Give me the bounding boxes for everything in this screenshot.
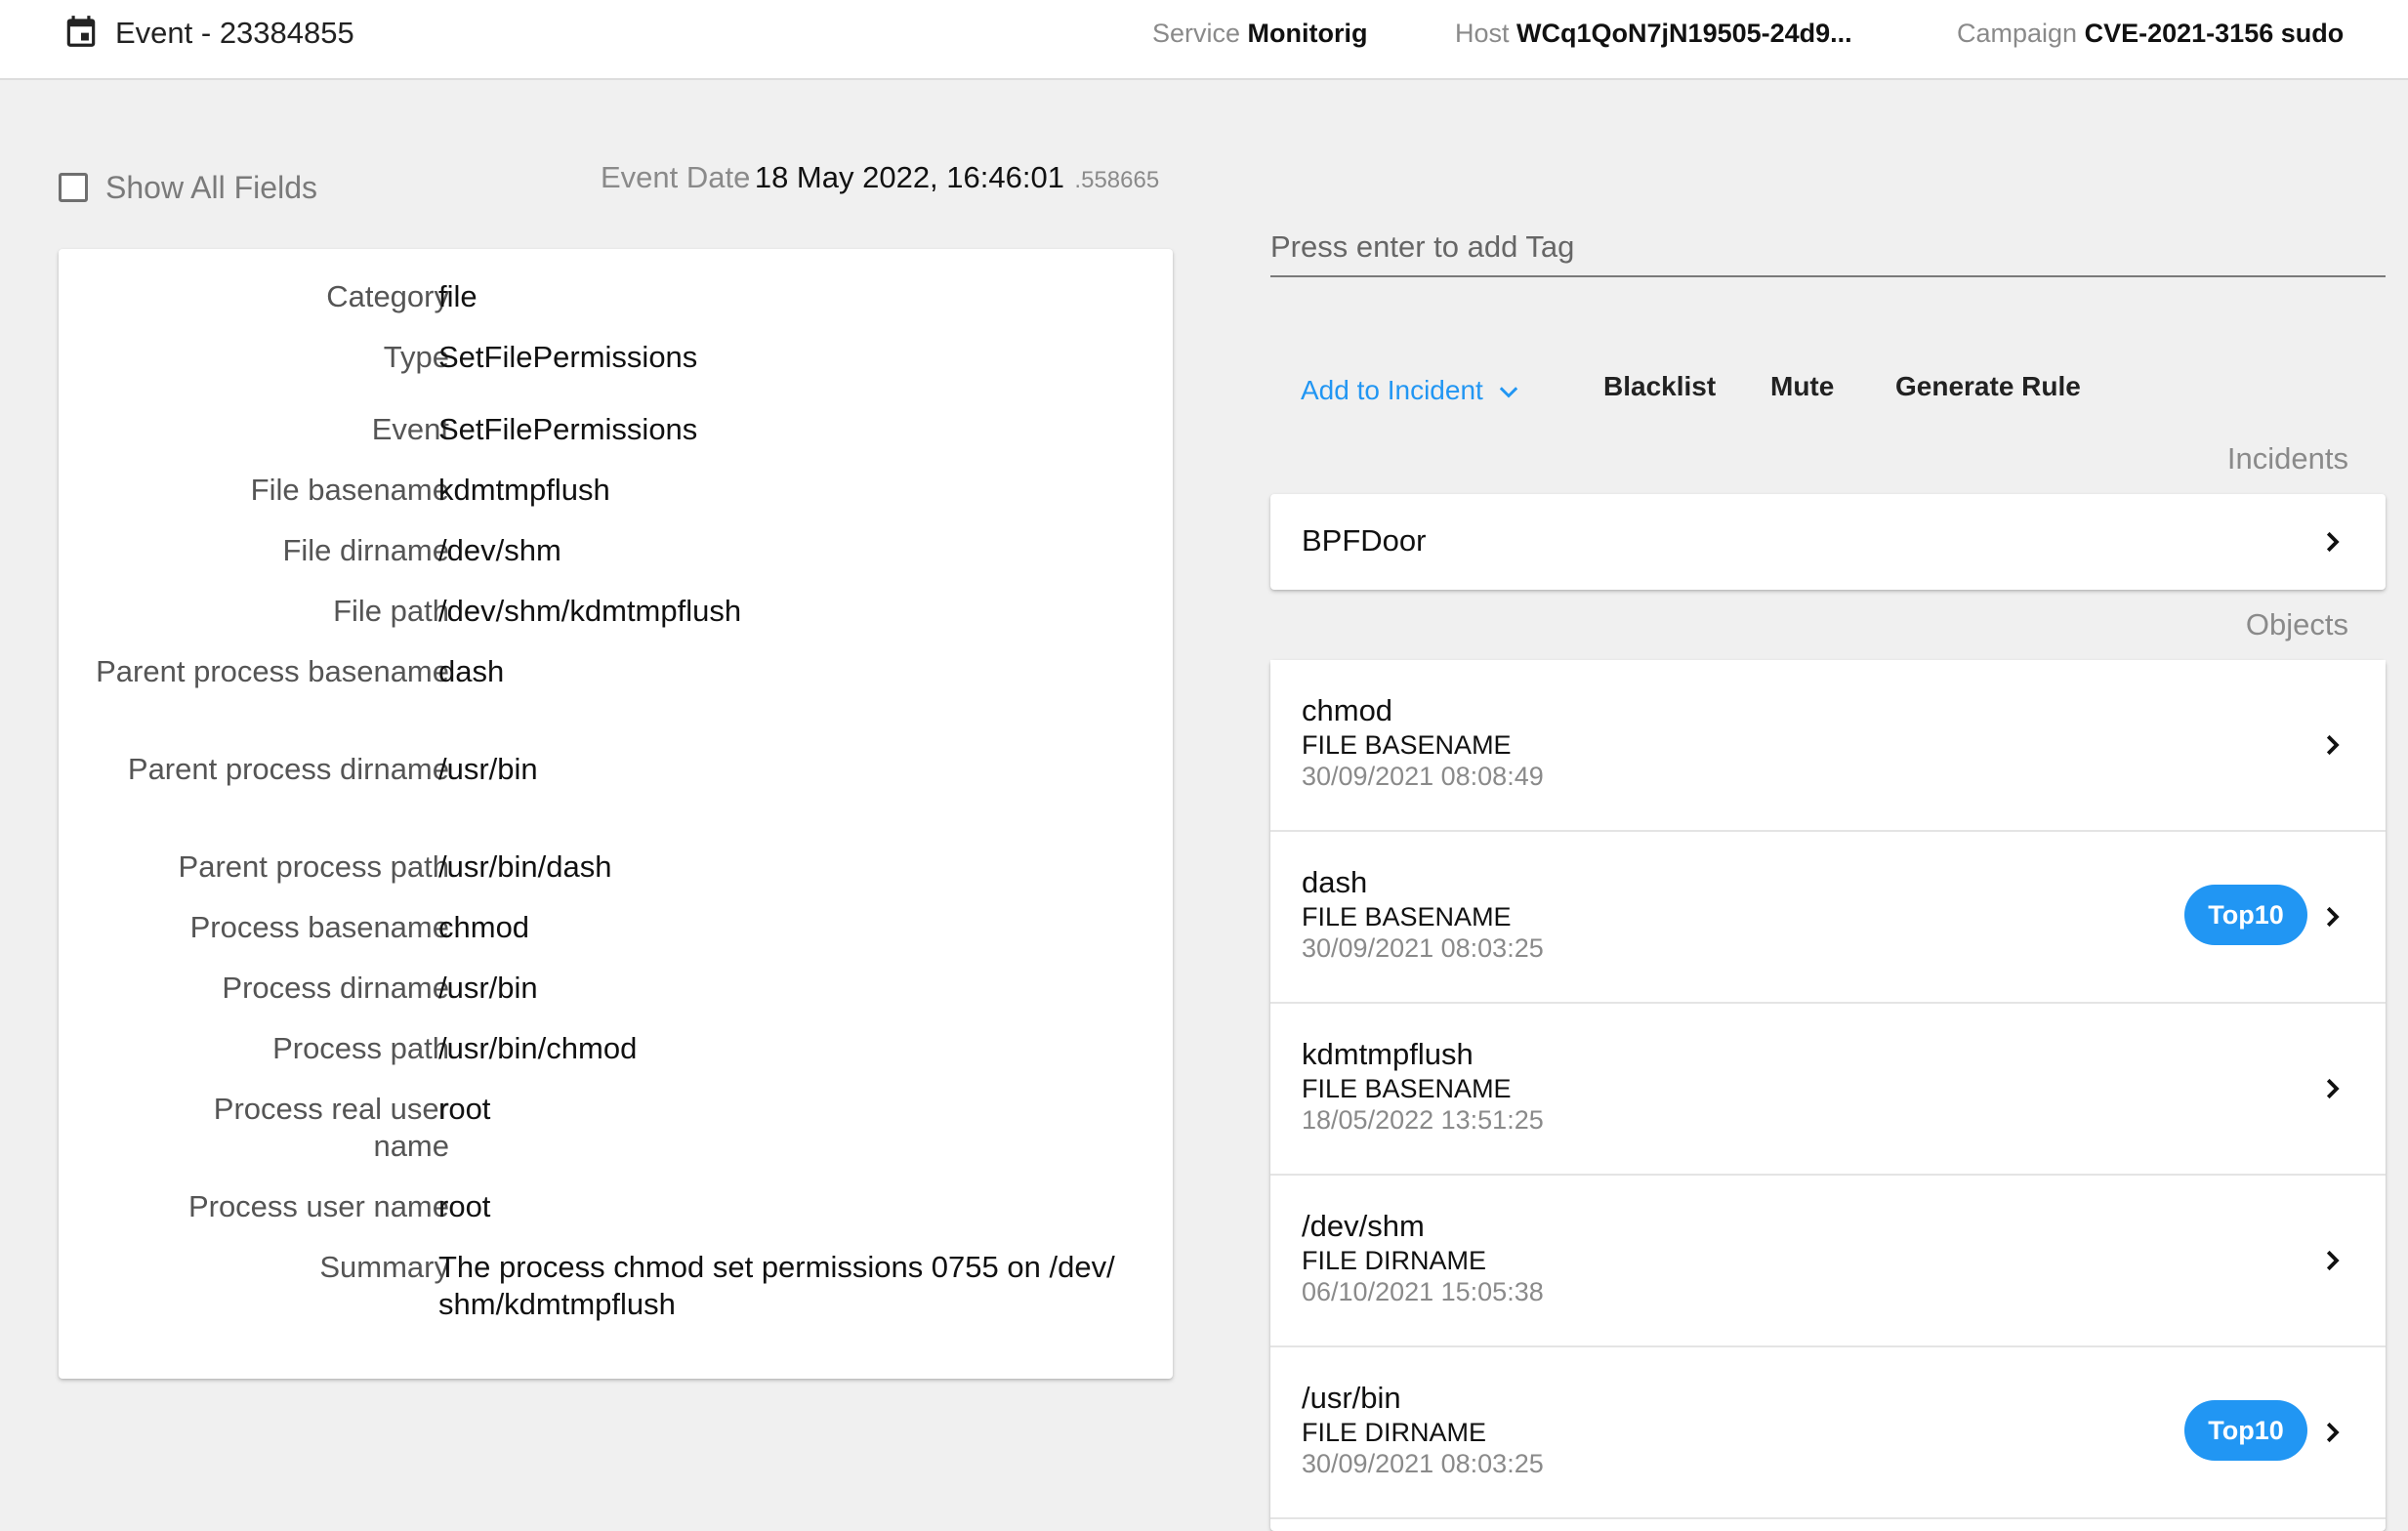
detail-label: Process basename — [189, 910, 449, 944]
campaign-field: Campaign CVE-2021-3156 sudo — [1957, 19, 2344, 49]
show-all-fields-label: Show All Fields — [105, 169, 317, 205]
campaign-label: Campaign — [1957, 19, 2078, 48]
event-date-ms: .558665 — [1074, 167, 1160, 193]
incidents-section-label: Incidents — [2226, 441, 2348, 476]
object-type: FILE BASENAME — [1302, 730, 1512, 760]
object-name: kdmtmpflush — [1302, 1037, 1474, 1071]
object-item[interactable]: chmod FILE BASENAME 30/09/2021 08:08:49 — [1270, 660, 2386, 832]
detail-label: Type — [383, 340, 449, 374]
object-type: FILE DIRNAME — [1302, 1246, 1487, 1275]
detail-label: Process real user name — [213, 1092, 449, 1163]
object-type: FILE BASENAME — [1302, 1074, 1512, 1103]
detail-value: /dev/shm — [438, 533, 561, 567]
incident-name: BPFDoor — [1302, 523, 1427, 558]
service-field: Service Monitorig — [1152, 19, 1368, 49]
object-date: 30/09/2021 08:08:49 — [1302, 762, 1544, 791]
detail-value: /usr/bin/dash — [438, 849, 612, 884]
campaign-value: CVE-2021-3156 sudo — [2084, 19, 2345, 48]
detail-value: SetFilePermissions — [438, 412, 698, 446]
object-date: 30/09/2021 08:03:25 — [1302, 933, 1544, 963]
object-date: 30/09/2021 08:03:25 — [1302, 1449, 1544, 1478]
blacklist-button[interactable]: Blacklist — [1603, 371, 1716, 410]
detail-label: Process user name — [187, 1189, 449, 1223]
calendar-icon — [66, 16, 96, 47]
incident-item[interactable]: BPFDoor — [1270, 494, 2386, 590]
detail-value: dash — [438, 654, 505, 688]
service-label: Service — [1152, 19, 1241, 48]
generate-rule-button[interactable]: Generate Rule — [1895, 371, 2081, 410]
object-item[interactable]: /dev/shm FILE DIRNAME 06/10/2021 15:05:3… — [1270, 1176, 2386, 1347]
event-date-label: Event Date — [601, 160, 751, 194]
detail-label: Event — [371, 412, 449, 446]
object-item[interactable]: /usr/bin FILE DIRNAME 30/09/2021 08:03:2… — [1270, 1347, 2386, 1519]
object-item[interactable]: kdmtmpflush FILE BASENAME 18/05/2022 13:… — [1270, 1004, 2386, 1176]
object-date: 06/10/2021 15:05:38 — [1302, 1277, 1544, 1306]
event-details-card: Category file Type SetFilePermissions Ev… — [59, 249, 1173, 1379]
object-name: dash — [1302, 865, 1368, 899]
detail-label: Category — [326, 279, 449, 313]
page-title: Event - 23384855 — [115, 16, 354, 50]
objects-section-label: Objects — [2245, 607, 2348, 641]
detail-label: Summary — [319, 1250, 449, 1284]
add-to-incident-button[interactable]: Add to Incident — [1301, 371, 1522, 410]
detail-label: Parent process dirname — [127, 752, 449, 786]
object-name: chmod — [1302, 693, 1393, 727]
detail-value: root — [438, 1092, 491, 1126]
detail-label: Parent process basename — [96, 654, 449, 688]
mute-button[interactable]: Mute — [1770, 371, 1834, 410]
chevron-right-icon — [2326, 1250, 2340, 1271]
show-all-fields-checkbox[interactable] — [59, 173, 88, 202]
detail-label: Parent process path — [178, 849, 449, 884]
object-name: /dev/shm — [1302, 1209, 1425, 1243]
incidents-panel: BPFDoor — [1270, 494, 2386, 590]
detail-label: Process path — [272, 1031, 449, 1065]
top-bar: Event - 23384855 Service Monitorig Host … — [0, 0, 2408, 80]
detail-label: File dirname — [282, 533, 449, 567]
service-value: Monitorig — [1247, 19, 1368, 48]
detail-label: File basename — [250, 473, 449, 507]
detail-value: kdmtmpflush — [438, 473, 610, 507]
show-all-fields-toggle[interactable]: Show All Fields — [59, 168, 317, 207]
detail-value: /usr/bin/chmod — [438, 1031, 638, 1065]
event-date: Event Date 18 May 2022, 16:46:01 .558665 — [601, 160, 1159, 195]
host-field: Host WCq1QoN7jN19505-24d9... — [1455, 19, 1852, 49]
host-label: Host — [1455, 19, 1510, 48]
object-item[interactable]: dash FILE BASENAME 30/09/2021 08:03:25 T… — [1270, 832, 2386, 1004]
detail-value: file — [438, 279, 477, 313]
chevron-right-icon — [2326, 906, 2340, 928]
add-to-incident-label: Add to Incident — [1301, 375, 1483, 405]
detail-value: The process chmod set permissions 0755 o… — [438, 1250, 1115, 1321]
detail-value: root — [438, 1189, 491, 1223]
objects-panel: chmod FILE BASENAME 30/09/2021 08:08:49 … — [1270, 660, 2386, 1531]
chevron-right-icon — [2326, 734, 2340, 756]
detail-value: /dev/shm/kdmtmpflush — [438, 594, 742, 628]
chevron-right-icon — [2326, 1078, 2340, 1099]
top10-badge[interactable]: Top10 — [2184, 885, 2307, 945]
detail-label: Process dirname — [222, 971, 449, 1005]
detail-value: /usr/bin — [438, 752, 538, 786]
chevron-right-icon — [2326, 531, 2340, 553]
object-type: FILE DIRNAME — [1302, 1418, 1487, 1447]
detail-value: chmod — [438, 910, 530, 944]
detail-label: File path — [333, 594, 449, 628]
object-date: 18/05/2022 13:51:25 — [1302, 1105, 1544, 1135]
chevron-right-icon — [2326, 1422, 2340, 1443]
tag-input[interactable] — [1270, 219, 2386, 277]
host-value: WCq1QoN7jN19505-24d9... — [1516, 19, 1852, 48]
detail-value: SetFilePermissions — [438, 340, 698, 374]
detail-value: /usr/bin — [438, 971, 538, 1005]
top10-badge[interactable]: Top10 — [2184, 1400, 2307, 1461]
event-date-value: 18 May 2022, 16:46:01 — [754, 160, 1064, 194]
chevron-down-icon — [1499, 387, 1518, 398]
object-type: FILE BASENAME — [1302, 902, 1512, 931]
object-name: /usr/bin — [1302, 1381, 1401, 1415]
